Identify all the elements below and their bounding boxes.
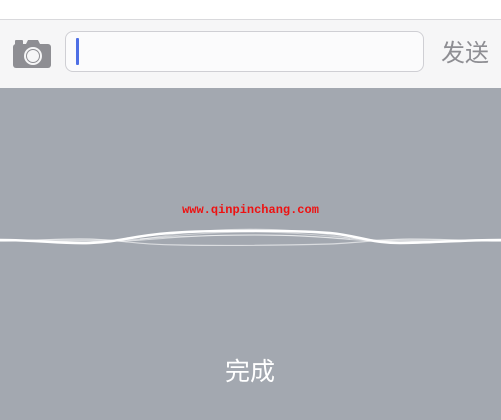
text-caret — [76, 38, 79, 65]
send-button[interactable]: 发送 — [441, 36, 497, 72]
voice-waveform — [0, 228, 501, 247]
camera-button[interactable] — [12, 39, 52, 69]
camera-icon — [13, 40, 51, 68]
message-input-bar: 发送 — [0, 20, 501, 88]
dictation-panel: www.qinpinchang.com 完成 — [0, 88, 501, 420]
top-blank-area — [0, 0, 501, 20]
done-button[interactable]: 完成 — [200, 350, 300, 394]
message-text-field[interactable] — [65, 31, 424, 72]
